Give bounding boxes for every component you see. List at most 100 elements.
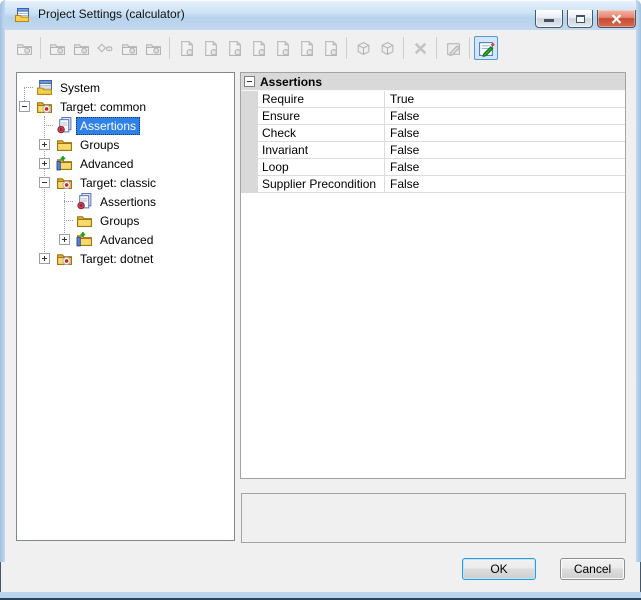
add-item-icon <box>246 36 270 60</box>
group-collapse-expander[interactable] <box>244 76 255 87</box>
tree-item-label: System <box>56 79 104 97</box>
delete-icon <box>408 36 432 60</box>
collapse-expander[interactable] <box>19 101 30 112</box>
property-row: Loop False <box>241 159 625 176</box>
tree-item-target-common[interactable]: Target: common <box>17 97 234 116</box>
toolbar-separator <box>40 37 41 59</box>
tree-item-label: Target: dotnet <box>76 250 157 268</box>
property-value[interactable]: False <box>385 125 625 142</box>
target-folder-icon <box>56 174 73 191</box>
tree-item-label: Assertions <box>76 117 140 135</box>
move-item-icon <box>294 36 318 60</box>
new-external-icon <box>375 36 399 60</box>
property-row: Supplier Precondition False <box>241 176 625 193</box>
toolbar <box>5 32 636 64</box>
minimize-icon <box>544 19 554 22</box>
property-row: Check False <box>241 125 625 142</box>
tree-item-label: Advanced <box>76 155 137 173</box>
tree-item-groups-classic[interactable]: Groups <box>17 211 234 230</box>
advanced-folder-icon <box>76 231 93 248</box>
expand-expander[interactable] <box>39 158 50 169</box>
target-folder-icon <box>56 250 73 267</box>
tree-item-label: Assertions <box>96 193 160 211</box>
property-name[interactable]: Supplier Precondition <box>258 176 385 193</box>
window-frame-right <box>636 0 641 562</box>
ok-button[interactable]: OK <box>462 558 536 580</box>
groups-folder-icon <box>56 136 73 153</box>
new-task-icon <box>351 36 375 60</box>
property-value[interactable]: False <box>385 159 625 176</box>
restore-button[interactable] <box>567 10 593 28</box>
new-library-icon <box>117 36 141 60</box>
collapse-expander[interactable] <box>39 177 50 188</box>
close-button[interactable] <box>597 10 636 28</box>
groups-folder-icon <box>76 212 93 229</box>
cancel-button[interactable]: Cancel <box>560 558 625 580</box>
new-override-icon <box>198 36 222 60</box>
tree-item-label: Groups <box>96 212 143 230</box>
tree-item-target-dotnet[interactable]: Target: dotnet <box>17 249 234 268</box>
window-frame-left <box>0 0 5 562</box>
advanced-folder-icon <box>56 155 73 172</box>
expand-expander[interactable] <box>59 234 70 245</box>
new-assembly-icon <box>141 36 165 60</box>
tree-item-label: Advanced <box>96 231 157 249</box>
assertions-icon <box>56 117 73 134</box>
property-group-header: Assertions <box>241 73 625 91</box>
open-project-icon <box>12 36 36 60</box>
minimize-button[interactable] <box>535 10 563 28</box>
expand-expander[interactable] <box>39 139 50 150</box>
settings-tree: System Target: common Assertions Groups <box>16 72 235 541</box>
toolbar-separator <box>436 37 437 59</box>
tree-item-advanced-classic[interactable]: Advanced <box>17 230 234 249</box>
tree-item-system[interactable]: System <box>17 78 234 97</box>
titlebar: Project Settings (calculator) <box>0 0 641 30</box>
tree-item-assertions-classic[interactable]: Assertions <box>17 192 234 211</box>
property-value[interactable]: False <box>385 108 625 125</box>
tree-item-label: Groups <box>76 136 123 154</box>
new-cluster-icon <box>174 36 198 60</box>
property-name[interactable]: Require <box>258 91 385 108</box>
expand-expander[interactable] <box>39 253 50 264</box>
duplicate-item-icon <box>270 36 294 60</box>
toolbar-separator <box>469 37 470 59</box>
project-settings-dialog: Project Settings (calculator) <box>0 0 641 600</box>
new-target-icon <box>69 36 93 60</box>
property-row: Require True <box>241 91 625 108</box>
property-row: Invariant False <box>241 142 625 159</box>
property-group-title: Assertions <box>260 75 322 89</box>
window-frame-bottom <box>0 592 641 600</box>
tree-item-target-classic[interactable]: Target: classic <box>17 173 234 192</box>
tree-item-assertions-common[interactable]: Assertions <box>17 116 234 135</box>
edit-configuration-icon[interactable] <box>474 36 498 60</box>
add-class-icon <box>222 36 246 60</box>
property-row: Ensure False <box>241 108 625 125</box>
toolbar-separator <box>169 37 170 59</box>
system-icon <box>36 79 53 96</box>
property-value[interactable]: False <box>385 142 625 159</box>
remove-item-icon <box>318 36 342 60</box>
property-name[interactable]: Loop <box>258 159 385 176</box>
app-icon <box>14 7 30 23</box>
close-icon <box>611 14 622 24</box>
tree-item-label: Target: classic <box>76 174 160 192</box>
property-name[interactable]: Ensure <box>258 108 385 125</box>
property-name[interactable]: Check <box>258 125 385 142</box>
link-target-icon <box>93 36 117 60</box>
edit-disabled-icon <box>441 36 465 60</box>
tree-item-label: Target: common <box>56 98 150 116</box>
property-value[interactable]: True <box>385 91 625 108</box>
toolbar-separator <box>403 37 404 59</box>
description-panel <box>241 493 626 543</box>
tree-item-groups-common[interactable]: Groups <box>17 135 234 154</box>
window-title: Project Settings (calculator) <box>38 0 185 30</box>
target-folder-icon <box>36 98 53 115</box>
assertions-icon <box>76 193 93 210</box>
tree-item-advanced-common[interactable]: Advanced <box>17 154 234 173</box>
property-grid: Assertions Require True Ensure False Che… <box>240 72 626 479</box>
property-value[interactable]: False <box>385 176 625 193</box>
toolbar-separator <box>346 37 347 59</box>
new-system-icon <box>45 36 69 60</box>
restore-icon <box>576 15 585 23</box>
property-name[interactable]: Invariant <box>258 142 385 159</box>
